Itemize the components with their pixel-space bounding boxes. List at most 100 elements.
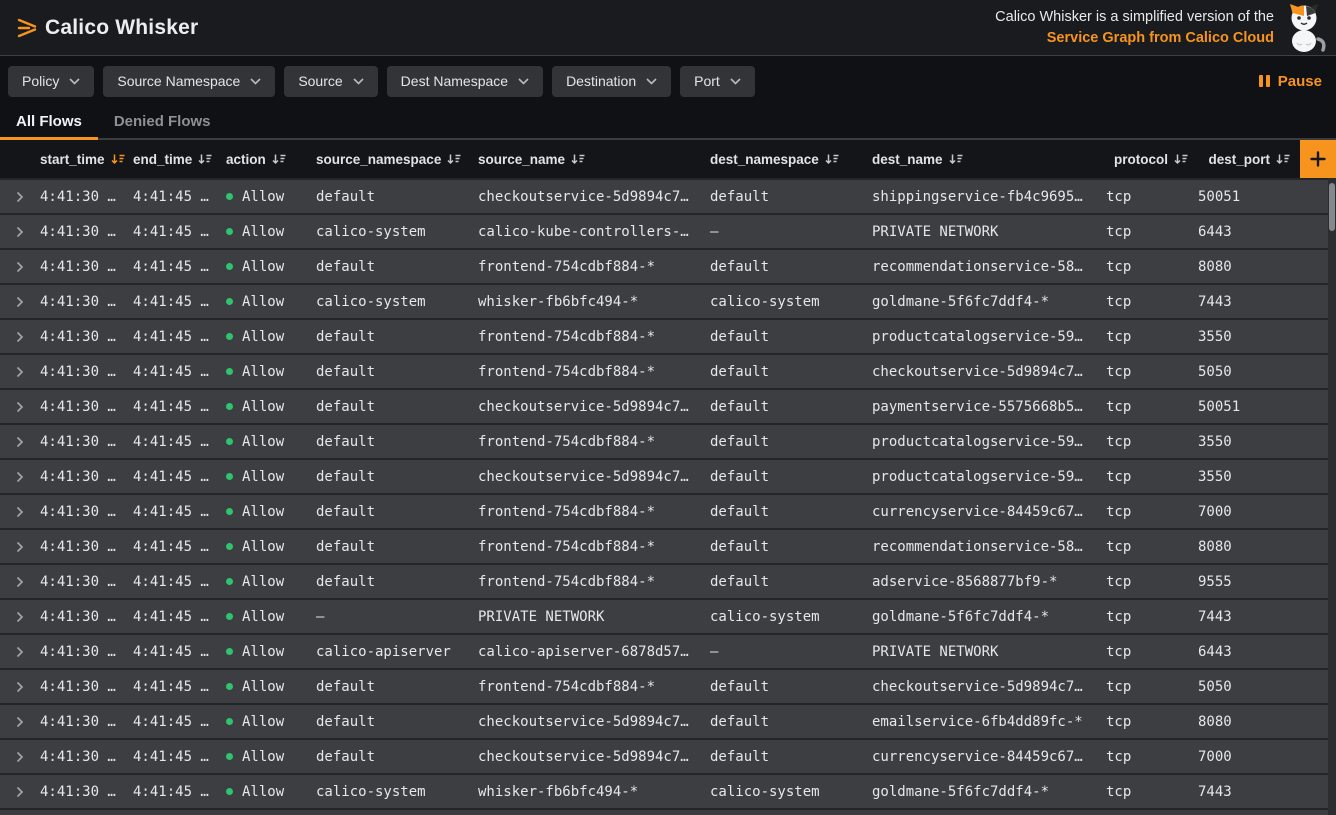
chevron-down-icon [250, 78, 261, 85]
flow-row[interactable]: 4:41:30 …4:41:45 …Allow–PRIVATE NETWORKc… [0, 598, 1336, 633]
expand-chevron-icon[interactable] [0, 751, 40, 763]
cell-protocol: tcp [1106, 749, 1198, 765]
column-label: dest_namespace [710, 152, 819, 167]
sort-icon [1174, 153, 1188, 166]
cell-dest-namespace: – [710, 644, 872, 660]
cell-dest-namespace: default [710, 434, 872, 450]
expand-chevron-icon[interactable] [0, 226, 40, 238]
tab-all-flows[interactable]: All Flows [0, 106, 98, 140]
expand-chevron-icon[interactable] [0, 646, 40, 658]
expand-chevron-icon[interactable] [0, 401, 40, 413]
column-header-start-time[interactable]: start_time [40, 152, 133, 167]
cell-action: Allow [226, 294, 316, 310]
expand-chevron-icon[interactable] [0, 436, 40, 448]
cell-source-namespace: calico-system [316, 294, 478, 310]
flow-row[interactable]: 4:41:30 …4:41:45 …Allowdefaultcheckoutse… [0, 388, 1336, 423]
flow-row[interactable]: 4:41:30 …4:41:45 …Allowcalico-systemwhis… [0, 283, 1336, 318]
cell-source-namespace: default [316, 539, 478, 555]
flow-row[interactable]: 4:41:30 …4:41:45 …Allowdefaultcheckoutse… [0, 458, 1336, 493]
expand-chevron-icon[interactable] [0, 541, 40, 553]
allow-status-dot [226, 333, 233, 340]
expand-chevron-icon[interactable] [0, 611, 40, 623]
chevron-down-icon [730, 78, 741, 85]
allow-status-dot [226, 613, 233, 620]
flow-row[interactable]: 4:41:30 …4:41:45 …Allowdefaultfrontend-7… [0, 493, 1336, 528]
filter-policy-button[interactable]: Policy [8, 66, 94, 97]
expand-chevron-icon[interactable] [0, 296, 40, 308]
cell-dest-port: 5050 [1198, 679, 1336, 695]
add-column-button[interactable] [1300, 140, 1336, 178]
flow-row-partial[interactable] [0, 808, 1336, 815]
cell-start-time: 4:41:30 … [40, 749, 133, 765]
cell-source-name: frontend-754cdbf884-* [478, 434, 710, 450]
cell-dest-port: 8080 [1198, 259, 1336, 275]
cell-source-name: checkoutservice-5d9894c7… [478, 399, 710, 415]
scrollbar-track[interactable] [1328, 178, 1336, 815]
flow-row[interactable]: 4:41:30 …4:41:45 …Allowdefaultcheckoutse… [0, 738, 1336, 773]
allow-status-dot [226, 403, 233, 410]
column-header-source-namespace[interactable]: source_namespace [316, 152, 478, 167]
flow-row[interactable]: 4:41:30 …4:41:45 …Allowcalico-apiserverc… [0, 633, 1336, 668]
filter-destination-button[interactable]: Destination [552, 66, 671, 97]
table-body: 4:41:30 …4:41:45 …Allowdefaultcheckoutse… [0, 178, 1336, 815]
pause-button[interactable]: Pause [1259, 73, 1322, 90]
cell-source-namespace: default [316, 434, 478, 450]
expand-chevron-icon[interactable] [0, 506, 40, 518]
tab-denied-flows[interactable]: Denied Flows [98, 106, 227, 140]
cell-dest-name: goldmane-5f6fc7ddf4-* [872, 294, 1106, 310]
flow-row[interactable]: 4:41:30 …4:41:45 …Allowdefaultfrontend-7… [0, 248, 1336, 283]
whisker-logo-icon [16, 16, 38, 40]
column-header-source-name[interactable]: source_name [478, 152, 710, 167]
chevron-down-icon [69, 78, 80, 85]
filter-buttons: Policy Source Namespace Source Dest Namespa… [8, 66, 755, 97]
expand-chevron-icon[interactable] [0, 681, 40, 693]
scrollbar-thumb[interactable] [1329, 183, 1335, 231]
column-header-dest-port[interactable]: dest_port [1198, 152, 1300, 167]
cell-dest-name: PRIVATE NETWORK [872, 644, 1106, 660]
column-header-end-time[interactable]: end_time [133, 152, 226, 167]
expand-chevron-icon[interactable] [0, 261, 40, 273]
flow-row[interactable]: 4:41:30 …4:41:45 …Allowdefaultfrontend-7… [0, 563, 1336, 598]
expand-chevron-icon[interactable] [0, 576, 40, 588]
flow-row[interactable]: 4:41:30 …4:41:45 …Allowdefaultfrontend-7… [0, 668, 1336, 703]
cell-start-time: 4:41:30 … [40, 679, 133, 695]
flow-row[interactable]: 4:41:30 …4:41:45 …Allowdefaultfrontend-7… [0, 528, 1336, 563]
cell-action: Allow [226, 189, 316, 205]
flow-row[interactable]: 4:41:30 …4:41:45 …Allowdefaultcheckoutse… [0, 178, 1336, 213]
cell-start-time: 4:41:30 … [40, 784, 133, 800]
column-header-action[interactable]: action [226, 152, 316, 167]
cell-dest-name: productcatalogservice-59… [872, 469, 1106, 485]
cell-source-namespace: default [316, 574, 478, 590]
expand-chevron-icon[interactable] [0, 716, 40, 728]
cell-dest-name: goldmane-5f6fc7ddf4-* [872, 609, 1106, 625]
expand-chevron-icon[interactable] [0, 331, 40, 343]
expand-chevron-icon[interactable] [0, 191, 40, 203]
expand-chevron-icon[interactable] [0, 786, 40, 798]
cell-dest-port: 50051 [1198, 399, 1336, 415]
flow-row[interactable]: 4:41:30 …4:41:45 …Allowdefaultfrontend-7… [0, 318, 1336, 353]
flow-row[interactable]: 4:41:30 …4:41:45 …Allowdefaultfrontend-7… [0, 423, 1336, 458]
flow-row[interactable]: 4:41:30 …4:41:45 …Allowcalico-systemcali… [0, 213, 1336, 248]
service-graph-link[interactable]: Service Graph from Calico Cloud [1047, 30, 1274, 46]
cell-dest-namespace: default [710, 364, 872, 380]
flow-row[interactable]: 4:41:30 …4:41:45 …Allowdefaultcheckoutse… [0, 703, 1336, 738]
column-header-dest-name[interactable]: dest_name [872, 152, 1106, 167]
pause-label: Pause [1278, 73, 1322, 90]
flow-row[interactable]: 4:41:30 …4:41:45 …Allowcalico-systemwhis… [0, 773, 1336, 808]
app-logo[interactable]: Calico Whisker [16, 16, 198, 40]
filter-source-button[interactable]: Source [284, 66, 377, 97]
column-header-protocol[interactable]: protocol [1106, 152, 1198, 167]
expand-chevron-icon[interactable] [0, 366, 40, 378]
column-header-dest-namespace[interactable]: dest_namespace [710, 152, 872, 167]
filter-port-button[interactable]: Port [680, 66, 755, 97]
cell-dest-namespace: default [710, 469, 872, 485]
cell-protocol: tcp [1106, 644, 1198, 660]
filter-dest-namespace-button[interactable]: Dest Namespace [387, 66, 543, 97]
header-tagline-group: Calico Whisker is a simplified version o… [995, 3, 1326, 53]
column-label: end_time [133, 152, 192, 167]
cell-protocol: tcp [1106, 294, 1198, 310]
filter-source-namespace-button[interactable]: Source Namespace [103, 66, 275, 97]
cell-dest-port: 7443 [1198, 784, 1336, 800]
flow-row[interactable]: 4:41:30 …4:41:45 …Allowdefaultfrontend-7… [0, 353, 1336, 388]
expand-chevron-icon[interactable] [0, 471, 40, 483]
